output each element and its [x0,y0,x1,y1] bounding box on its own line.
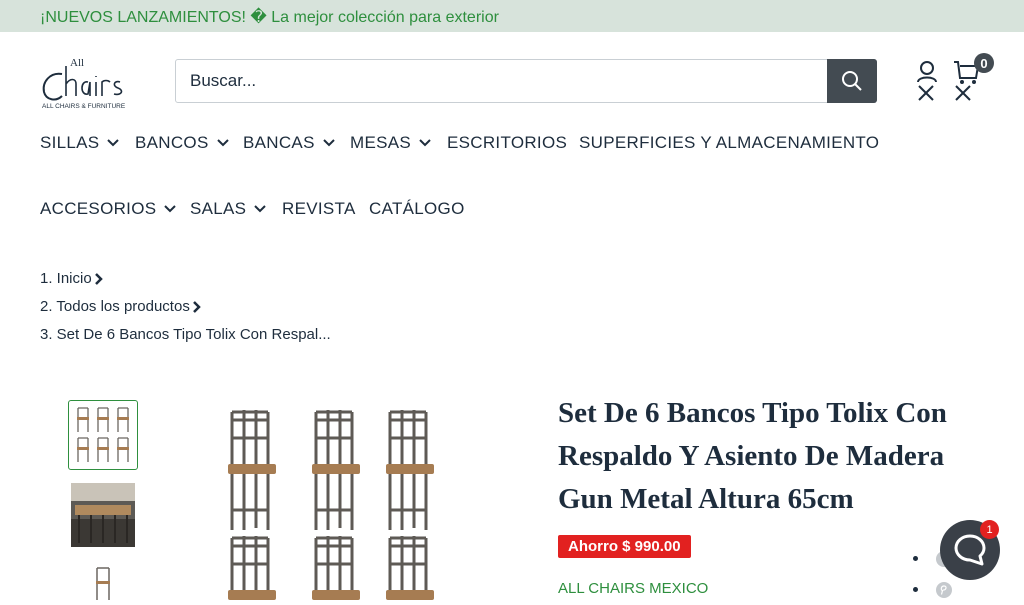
cart-button[interactable]: 0 [950,53,994,104]
breadcrumb-item-current: 3. Set De 6 Bancos Tipo Tolix Con Respal… [40,326,331,343]
chevron-down-icon [164,205,177,213]
nav-item-bancos[interactable]: BANCOS [135,133,229,153]
vendor-link[interactable]: ALL CHAIRS MEXICO [558,580,708,597]
product-thumbnail[interactable] [68,560,138,600]
chevron-down-icon [419,139,431,147]
product-title: Set De 6 Bancos Tipo Tolix Con Respaldo … [558,397,947,515]
svg-text:All: All [70,57,84,69]
chevron-right-icon [192,300,201,313]
product-thumbnail[interactable] [68,400,138,470]
nav-item-label: REVISTA [282,199,356,218]
chat-unread-badge: 1 [980,520,999,539]
breadcrumb-current: 3. Set De 6 Bancos Tipo Tolix Con Respal… [40,326,331,343]
chat-bubble-icon [954,534,986,566]
nav-item-accesorios[interactable]: ACCESORIOS [40,199,177,219]
nav-item-label: CATÁLOGO [369,199,465,218]
search-input[interactable] [176,60,828,102]
chevron-down-icon [323,139,335,147]
announcement-text[interactable]: ¡NUEVOS LANZAMIENTOS! � La mejor colecci… [40,7,499,27]
search-icon [842,71,862,91]
chevron-down-icon [216,139,229,147]
chevron-down-icon [107,139,120,147]
search-button[interactable] [827,59,877,103]
list-bullet [913,587,918,592]
announcement-bar[interactable]: ¡NUEVOS LANZAMIENTOS! � La mejor colecci… [0,0,1024,32]
product-main-image[interactable] [210,400,470,600]
nav-item-label: BANCAS [243,133,315,152]
search-bar [175,59,877,103]
single-stool-image [96,567,110,600]
nav-item-label: ACCESORIOS [40,199,157,218]
breadcrumb-link[interactable]: 1. Inicio [40,270,92,287]
breadcrumb-item-all-products: 2. Todos los productos [40,298,202,315]
store-logo[interactable]: All ALL CHAIRS & FURNITURE [40,52,144,112]
nav-item-catalogo[interactable]: CATÁLOGO [369,199,465,219]
product-thumbnail[interactable] [68,480,138,550]
dining-room-image [71,483,135,547]
user-icon [917,61,937,101]
nav-item-bancas[interactable]: BANCAS [243,133,335,153]
nav-item-mesas[interactable]: MESAS [350,133,431,153]
nav-item-sillas[interactable]: SILLAS [40,133,120,153]
nav-item-label: SALAS [190,199,247,218]
account-button[interactable] [912,60,942,104]
breadcrumb-item-home: 1. Inicio [40,270,104,287]
bar-stools-set-image [77,407,129,462]
nav-item-label: MESAS [350,133,412,152]
nav-item-revista[interactable]: REVISTA [282,199,356,219]
savings-badge: Ahorro $ 990.00 [558,535,691,558]
list-bullet [913,556,918,561]
cart-count-badge: 0 [974,53,994,73]
breadcrumb-link[interactable]: 2. Todos los productos [40,298,190,315]
bar-stools-set-image [228,410,434,600]
nav-item-label: SUPERFICIES Y ALMACENAMIENTO [579,133,880,152]
chevron-down-icon [254,205,267,213]
nav-item-label: BANCOS [135,133,209,152]
nav-item-salas[interactable]: SALAS [190,199,267,219]
chevron-right-icon [94,272,103,285]
pinterest-share-icon[interactable] [936,582,952,598]
logo-subtext: ALL CHAIRS & FURNITURE [42,103,126,110]
nav-item-label: ESCRITORIOS [447,133,568,152]
nav-item-label: SILLAS [40,133,100,152]
nav-item-escritorios[interactable]: ESCRITORIOS [447,133,567,153]
nav-item-superficies[interactable]: SUPERFICIES Y ALMACENAMIENTO [579,133,879,153]
